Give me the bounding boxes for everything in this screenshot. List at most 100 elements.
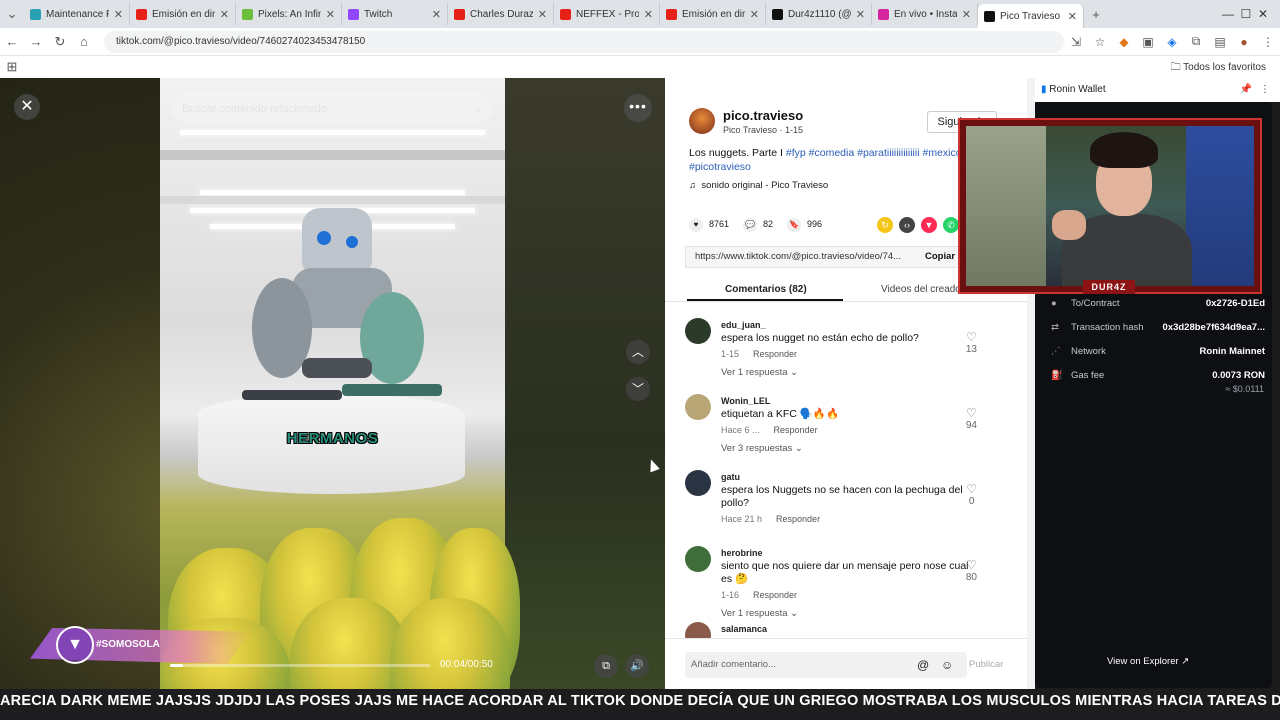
new-tab-plus-icon[interactable]: + bbox=[1084, 7, 1108, 22]
hashtag-link[interactable]: #picotravieso bbox=[689, 161, 751, 173]
browser-tab[interactable]: Emisión en direct ✕ bbox=[660, 3, 766, 25]
whatsapp-icon[interactable]: ✆ bbox=[943, 217, 959, 233]
menu-kebab-icon[interactable]: ⋮ bbox=[1256, 35, 1280, 49]
pin-icon[interactable]: 📌 bbox=[1240, 78, 1252, 102]
commenter-name[interactable]: gatu bbox=[721, 472, 740, 482]
bookmark-star-icon[interactable]: ☆ bbox=[1088, 35, 1112, 49]
commenter-name[interactable]: Wonin_LEL bbox=[721, 396, 770, 406]
ronin-extension-icon[interactable]: ◈ bbox=[1160, 35, 1184, 49]
extension-icon[interactable]: ▣ bbox=[1136, 35, 1160, 49]
browser-tab[interactable]: Emisión en direct ✕ bbox=[130, 3, 236, 25]
commenter-name[interactable]: edu_juan_ bbox=[721, 320, 766, 330]
view-on-explorer-link[interactable]: View on Explorer ↗ bbox=[1107, 656, 1189, 667]
browser-tab[interactable]: Charles Durazno ✕ bbox=[448, 3, 554, 25]
picture-in-picture-icon[interactable]: ⧉ bbox=[594, 654, 618, 678]
embed-icon[interactable]: ‹› bbox=[899, 217, 915, 233]
wallet-row-value[interactable]: 0x2726-D1Ed bbox=[1206, 298, 1265, 309]
hashtag-link[interactable]: #mexico bbox=[922, 147, 961, 159]
repost-icon[interactable]: ↻ bbox=[877, 217, 893, 233]
comment-like[interactable]: ♡ 0 bbox=[966, 482, 977, 507]
browser-tab[interactable]: En vivo • Instagr ✕ bbox=[872, 3, 978, 25]
tab-close-icon[interactable]: ✕ bbox=[326, 8, 335, 21]
tab-list-chevron-icon[interactable]: ⌄ bbox=[0, 6, 24, 22]
browser-tab[interactable]: Maintenance Pag ✕ bbox=[24, 3, 130, 25]
commenter-avatar[interactable] bbox=[685, 394, 711, 420]
puzzle-extensions-icon[interactable]: ⧉ bbox=[1184, 34, 1208, 49]
hashtag-link[interactable]: #paratiiiiiiiiiiiiii bbox=[857, 147, 922, 159]
hashtag-link[interactable]: #fyp bbox=[786, 147, 809, 159]
next-video-chevron-down-icon[interactable]: ﹀ bbox=[626, 377, 650, 401]
reply-button[interactable]: Responder bbox=[776, 514, 820, 524]
window-controls[interactable]: — ☐ ✕ bbox=[1222, 7, 1268, 21]
volume-icon[interactable]: 🔊 bbox=[625, 654, 649, 678]
all-bookmarks-link[interactable]: 🗀 Todos los favoritos bbox=[1171, 60, 1266, 77]
sidebar-icon[interactable]: ▤ bbox=[1208, 35, 1232, 49]
tab-close-icon[interactable]: ✕ bbox=[962, 8, 971, 21]
browser-tab[interactable]: Dur4z1110 (@du ✕ bbox=[766, 3, 872, 25]
reply-button[interactable]: Responder bbox=[774, 425, 818, 435]
browser-tab[interactable]: Pixels: An Infinite ✕ bbox=[236, 3, 342, 25]
mention-icon[interactable]: @ bbox=[917, 652, 929, 678]
apps-grid-icon[interactable]: ⊞ bbox=[0, 59, 24, 75]
comment-list[interactable]: edu_juan_ espera los nugget no están echo… bbox=[685, 316, 1005, 638]
related-search-input[interactable]: Buscar contenido relacionado ⌕ bbox=[172, 94, 492, 124]
wallet-row-value[interactable]: Ronin Mainnet bbox=[1200, 346, 1265, 357]
commenter-name[interactable]: salamanca bbox=[721, 624, 767, 634]
tab-close-icon[interactable]: ✕ bbox=[538, 8, 547, 21]
home-icon[interactable]: ⌂ bbox=[72, 34, 96, 49]
save-stat[interactable]: 🔖 996 bbox=[787, 218, 822, 232]
comment-like[interactable]: ♡ 80 bbox=[966, 558, 977, 583]
forward-arrow-icon[interactable]: → bbox=[24, 34, 48, 49]
view-replies-button[interactable]: Ver 1 respuesta ⌄ bbox=[721, 608, 798, 619]
wallet-row-value[interactable]: 0x3d28be7f634d9ea7... bbox=[1163, 322, 1265, 333]
close-icon[interactable]: ✕ bbox=[14, 94, 40, 120]
wallet-row-value[interactable]: 0.0073 RON bbox=[1212, 370, 1265, 381]
tab-close-icon[interactable]: ✕ bbox=[856, 8, 865, 21]
metamask-extension-icon[interactable]: ◆ bbox=[1112, 35, 1136, 49]
tab-close-icon[interactable]: ✕ bbox=[1068, 10, 1077, 23]
tab-creator-videos[interactable]: Videos del creador bbox=[881, 284, 964, 295]
comment-like[interactable]: ♡ 94 bbox=[966, 406, 977, 431]
reload-icon[interactable]: ↻ bbox=[48, 34, 72, 50]
back-arrow-icon[interactable]: ← bbox=[0, 34, 24, 49]
commenter-avatar[interactable] bbox=[685, 470, 711, 496]
profile-avatar[interactable]: ● bbox=[1232, 35, 1256, 49]
tab-close-icon[interactable]: ✕ bbox=[220, 8, 229, 21]
tab-comments[interactable]: Comentarios (82) bbox=[725, 284, 807, 295]
creator-username[interactable]: pico.travieso bbox=[723, 108, 803, 123]
previous-video-chevron-up-icon[interactable]: ︿ bbox=[626, 340, 650, 364]
commenter-avatar[interactable] bbox=[685, 546, 711, 572]
add-comment-input[interactable]: Añadir comentario... @ ☺ bbox=[685, 652, 967, 678]
reply-button[interactable]: Responder bbox=[753, 349, 797, 359]
commenter-name[interactable]: herobrine bbox=[721, 548, 763, 558]
view-replies-button[interactable]: Ver 1 respuesta ⌄ bbox=[721, 367, 798, 378]
tab-close-icon[interactable]: ✕ bbox=[644, 8, 653, 21]
more-options-icon[interactable]: ••• bbox=[624, 94, 652, 122]
copy-link-button[interactable]: Copiar bbox=[925, 251, 955, 262]
comment-stat[interactable]: 💬 82 bbox=[743, 218, 773, 232]
publish-button[interactable]: Publicar bbox=[969, 659, 1003, 670]
browser-tab[interactable]: Twitch ✕ bbox=[342, 3, 448, 25]
tab-close-icon[interactable]: ✕ bbox=[750, 8, 759, 21]
reply-button[interactable]: Responder bbox=[753, 590, 797, 600]
like-stat[interactable]: ♥ 8761 bbox=[689, 218, 729, 232]
emoji-icon[interactable]: ☺ bbox=[941, 652, 953, 678]
tab-close-icon[interactable]: ✕ bbox=[432, 8, 441, 21]
hashtag-link[interactable]: #comedia bbox=[809, 147, 857, 159]
view-replies-button[interactable]: Ver 3 respuestas ⌄ bbox=[721, 443, 803, 454]
progress-bar[interactable] bbox=[170, 664, 430, 667]
comment-like[interactable]: ♡ 13 bbox=[966, 330, 977, 355]
send-icon[interactable]: ▼ bbox=[921, 217, 937, 233]
install-icon[interactable]: ⇲ bbox=[1064, 35, 1088, 49]
creator-avatar[interactable] bbox=[689, 108, 715, 134]
wallet-menu-icon[interactable]: ⋮ bbox=[1260, 78, 1270, 102]
browser-tab[interactable]: NEFFEX - Pro ✕ bbox=[554, 3, 660, 25]
commenter-avatar[interactable] bbox=[685, 318, 711, 344]
tab-favicon-icon bbox=[242, 8, 253, 20]
commenter-avatar[interactable] bbox=[685, 622, 711, 638]
search-icon[interactable]: ⌕ bbox=[475, 101, 482, 117]
browser-tab[interactable]: Pico Travieso ✕ bbox=[978, 4, 1084, 28]
url-bar[interactable]: tiktok.com/@pico.travieso/video/74602740… bbox=[104, 30, 1064, 53]
tab-close-icon[interactable]: ✕ bbox=[114, 8, 123, 21]
sound-link[interactable]: ♫ sonido original - Pico Travieso bbox=[689, 180, 828, 191]
